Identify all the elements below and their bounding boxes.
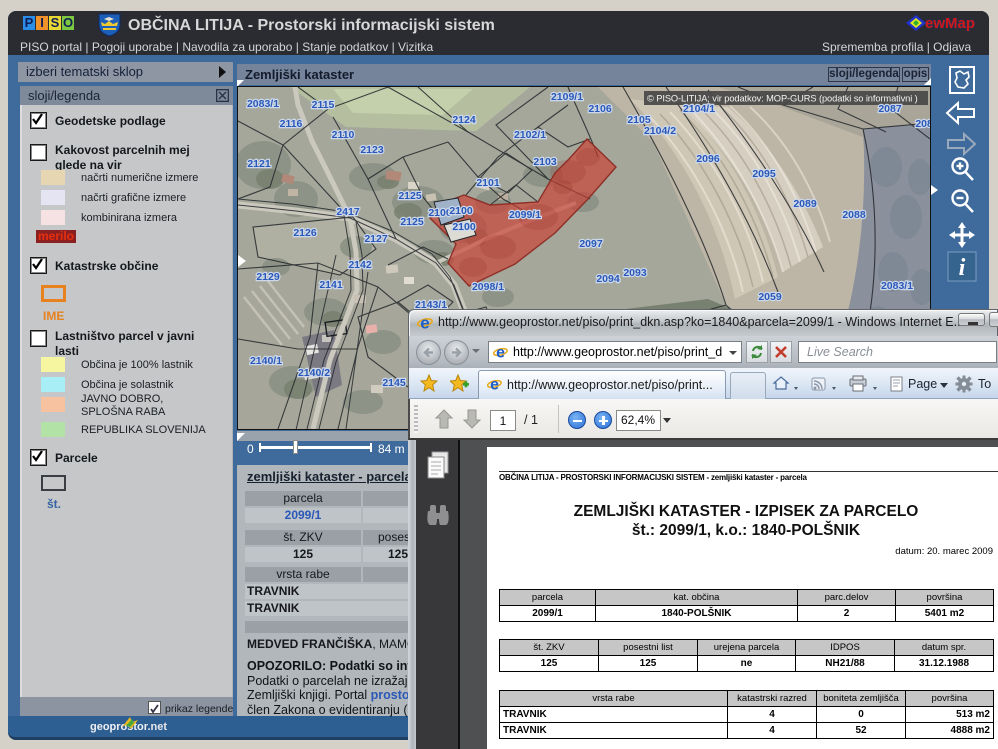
svg-text:2116: 2116 (280, 118, 303, 130)
svg-text:e: e (490, 377, 499, 392)
svg-text:2145: 2145 (382, 377, 406, 389)
svg-text:2417: 2417 (336, 206, 360, 218)
svg-text:2140/1: 2140/1 (250, 355, 282, 367)
svg-text:2104/1: 2104/1 (683, 103, 715, 115)
svg-text:2115: 2115 (312, 99, 335, 111)
svg-text:2126: 2126 (293, 227, 317, 239)
svg-text:2127: 2127 (364, 233, 388, 245)
svg-text:2125: 2125 (398, 190, 422, 202)
svg-text:2140/2: 2140/2 (298, 367, 330, 379)
svg-text:2100: 2100 (449, 205, 473, 217)
svg-text:To: To (978, 377, 991, 391)
svg-text:2109/1: 2109/1 (551, 91, 583, 103)
svg-text:2096: 2096 (696, 153, 720, 165)
svg-text:2106: 2106 (588, 103, 612, 115)
svg-text:2087: 2087 (878, 103, 902, 115)
svg-text:2110: 2110 (332, 129, 355, 141)
svg-text:2125: 2125 (400, 216, 424, 228)
svg-text:2104/2: 2104/2 (644, 125, 676, 137)
svg-text:2100: 2100 (428, 207, 452, 219)
svg-text:i: i (959, 255, 966, 281)
svg-text:e: e (496, 345, 505, 360)
svg-text:2083/1: 2083/1 (881, 280, 913, 292)
svg-text:2086: 2086 (915, 118, 930, 130)
svg-text:Page: Page (908, 377, 937, 391)
svg-text:2098/1: 2098/1 (472, 281, 504, 293)
svg-text:2089: 2089 (793, 198, 817, 210)
svg-text:e: e (420, 315, 429, 331)
svg-text:2100: 2100 (452, 221, 476, 233)
svg-text:2142: 2142 (348, 259, 372, 271)
svg-text:2095: 2095 (752, 168, 776, 180)
svg-text:2102/1: 2102/1 (514, 129, 546, 141)
svg-text:2141: 2141 (319, 279, 343, 291)
svg-text:2093: 2093 (623, 267, 647, 279)
svg-text:2097: 2097 (579, 238, 603, 250)
svg-text:2103: 2103 (533, 156, 557, 168)
svg-text:© PISO-LITIJA; vir podatkov: M: © PISO-LITIJA; vir podatkov: MOP-GURS (p… (647, 94, 918, 104)
svg-text:2124: 2124 (452, 114, 476, 126)
svg-text:2094: 2094 (596, 273, 620, 285)
svg-text:2101: 2101 (476, 177, 500, 189)
svg-text:2123: 2123 (360, 144, 384, 156)
svg-text:2121: 2121 (247, 158, 271, 170)
svg-text:2088: 2088 (842, 209, 866, 221)
svg-text:2129: 2129 (256, 271, 280, 283)
svg-text:2083/1: 2083/1 (247, 98, 279, 110)
svg-text:2059: 2059 (758, 291, 782, 303)
svg-text:2099/1: 2099/1 (509, 209, 541, 221)
